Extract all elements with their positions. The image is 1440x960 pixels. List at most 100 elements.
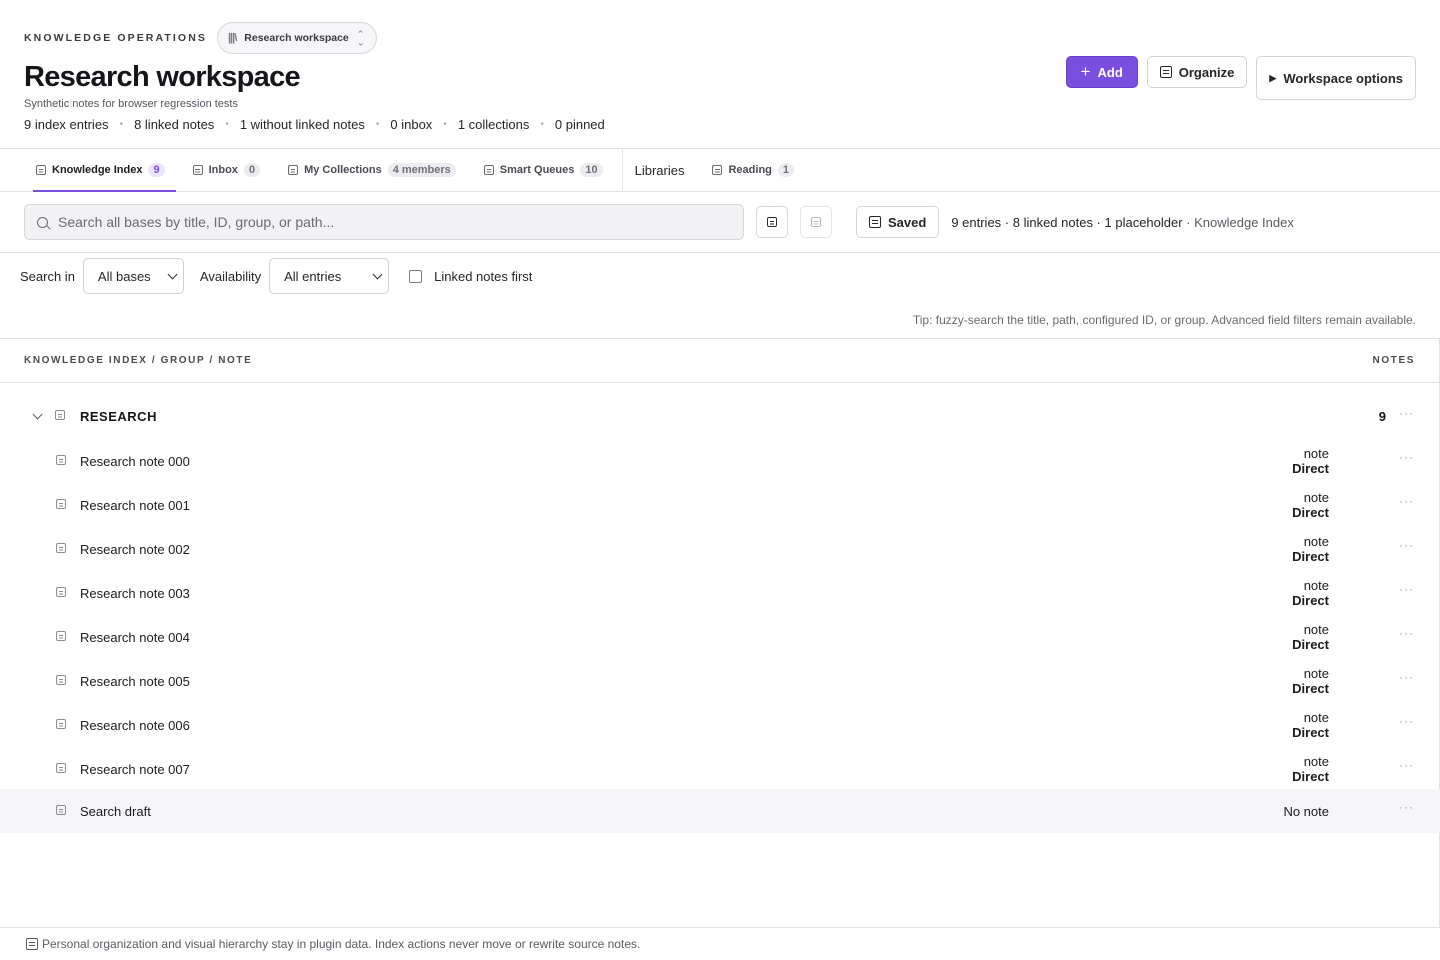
- view-tabs: Knowledge Index 9 Inbox 0 My Collections…: [0, 148, 1440, 192]
- note-link-type: Direct: [1292, 637, 1329, 652]
- note-link-meta: note Direct: [1292, 622, 1329, 652]
- note-title: Research note 000: [80, 454, 190, 469]
- saved-searches-button[interactable]: Saved: [856, 206, 940, 238]
- note-title: Research note 006: [80, 718, 190, 733]
- note-kind: note: [1303, 490, 1329, 505]
- group-row-research[interactable]: RESEARCH 9 ···: [0, 395, 1440, 439]
- group-count: 9: [1378, 409, 1386, 424]
- workspace-options-button[interactable]: ▶ Workspace options: [1256, 56, 1416, 100]
- tab-knowledge-index[interactable]: Knowledge Index 9: [33, 149, 176, 192]
- search-tip: Tip: fuzzy-search the title, path, confi…: [912, 313, 1416, 327]
- note-title: Search draft: [80, 804, 151, 819]
- table-row[interactable]: Research note 005 note Direct ···: [0, 659, 1440, 703]
- add-button-label: Add: [1097, 64, 1123, 80]
- table-row[interactable]: Research note 007 note Direct ···: [0, 747, 1440, 791]
- more-icon[interactable]: ···: [1399, 758, 1414, 772]
- table-row[interactable]: Research note 002 note Direct ···: [0, 527, 1440, 571]
- document-icon: [811, 217, 821, 227]
- document-icon: [56, 675, 66, 685]
- stat-linked-notes: 8 linked notes: [134, 117, 215, 132]
- table-row[interactable]: Research note 000 note Direct ···: [0, 439, 1440, 483]
- chevron-down-icon[interactable]: [32, 409, 43, 420]
- note-link-type: Direct: [1292, 681, 1329, 696]
- tab-divider: [621, 149, 623, 191]
- tab-label: Knowledge Index: [52, 164, 143, 176]
- document-icon: [56, 543, 66, 553]
- more-icon[interactable]: ···: [1399, 714, 1414, 728]
- more-icon[interactable]: ···: [1399, 800, 1414, 814]
- table-row-placeholder[interactable]: Search draft No note ···: [0, 789, 1440, 833]
- search-input[interactable]: [58, 214, 698, 230]
- linked-notes-first-label[interactable]: Linked notes first: [434, 269, 532, 284]
- more-icon[interactable]: ···: [1399, 538, 1414, 552]
- note-title: Research note 005: [80, 674, 190, 689]
- tab-count-badge: 4 members: [387, 163, 456, 177]
- filter-controls: Search in All bases Availability All ent…: [20, 258, 532, 294]
- note-link-meta: No note: [1283, 804, 1329, 819]
- workspace-stats: 9 index entries • 8 linked notes • 1 wit…: [24, 117, 1416, 132]
- search-in-value: All bases: [97, 268, 151, 284]
- workspace-switcher[interactable]: |||\ Research workspace ⌃ ⌃: [216, 22, 378, 54]
- eyebrow-label: KNOWLEDGE OPERATIONS: [24, 32, 207, 44]
- note-title: Research note 003: [80, 586, 190, 601]
- table-row[interactable]: Research note 003 note Direct ···: [0, 571, 1440, 615]
- group-name: RESEARCH: [80, 409, 157, 424]
- stat-index-entries: 9 index entries: [24, 117, 109, 132]
- note-link-meta: note Direct: [1292, 754, 1329, 784]
- clear-search-button[interactable]: [800, 206, 832, 238]
- tab-inbox[interactable]: Inbox 0: [190, 149, 271, 191]
- note-link-meta: note Direct: [1292, 710, 1329, 740]
- organize-button-label: Organize: [1178, 64, 1235, 80]
- document-icon: [36, 165, 46, 175]
- linked-notes-first-checkbox[interactable]: [409, 269, 423, 283]
- library-icon: |||\: [227, 32, 237, 44]
- table-row[interactable]: Research note 006 note Direct ···: [0, 703, 1440, 747]
- stat-separator: •: [375, 119, 380, 130]
- more-icon[interactable]: ···: [1399, 582, 1414, 596]
- tab-libraries[interactable]: Libraries: [635, 149, 696, 191]
- note-kind: note: [1303, 578, 1329, 593]
- more-icon[interactable]: ···: [1399, 670, 1414, 684]
- document-icon: [56, 455, 66, 465]
- note-link-meta: note Direct: [1292, 490, 1329, 520]
- note-link-type: Direct: [1292, 593, 1329, 608]
- plus-icon: +: [1080, 62, 1091, 81]
- note-link-meta: note Direct: [1292, 446, 1329, 476]
- more-icon[interactable]: ···: [1399, 494, 1414, 508]
- footer-text: Personal organization and visual hierarc…: [42, 937, 641, 951]
- stat-inbox: 0 inbox: [390, 117, 433, 132]
- document-icon: [869, 216, 881, 228]
- add-button[interactable]: + Add: [1065, 56, 1138, 88]
- stat-collections: 1 collections: [457, 117, 530, 132]
- availability-select[interactable]: All entries: [269, 258, 390, 294]
- tab-label: My Collections: [304, 164, 382, 176]
- document-icon: [767, 217, 777, 227]
- tab-label: Inbox: [208, 164, 238, 176]
- table-body: RESEARCH 9 ··· Research note 000 note Dir…: [0, 383, 1440, 927]
- organize-button[interactable]: Organize: [1146, 56, 1248, 88]
- stat-without-linked: 1 without linked notes: [239, 117, 365, 132]
- document-icon: [712, 165, 723, 175]
- tab-count-badge: 1: [777, 163, 795, 177]
- table-row[interactable]: Research note 004 note Direct ···: [0, 615, 1440, 659]
- tab-reading[interactable]: Reading 1: [709, 149, 805, 191]
- note-link-type: Direct: [1292, 505, 1329, 520]
- more-icon[interactable]: ···: [1399, 626, 1414, 640]
- save-search-button[interactable]: [756, 206, 788, 238]
- tab-my-collections[interactable]: My Collections 4 members: [285, 149, 467, 191]
- note-link-type: Direct: [1292, 461, 1329, 476]
- results-summary: 9 entries · 8 linked notes · 1 placehold…: [951, 215, 1294, 230]
- more-icon[interactable]: ···: [1399, 406, 1414, 420]
- search-in-select[interactable]: All bases: [82, 258, 184, 294]
- stat-separator: •: [119, 119, 124, 130]
- results-summary-counts: 9 entries · 8 linked notes · 1 placehold…: [951, 214, 1183, 230]
- tab-smart-queues[interactable]: Smart Queues 10: [481, 149, 614, 191]
- document-icon: [483, 165, 494, 175]
- chevron-down-icon: [167, 269, 178, 279]
- more-icon[interactable]: ···: [1399, 450, 1414, 464]
- tab-label: Smart Queues: [499, 164, 575, 176]
- table-row[interactable]: Research note 001 note Direct ···: [0, 483, 1440, 527]
- stat-separator: •: [225, 119, 229, 130]
- document-icon: [55, 410, 65, 420]
- note-title: Research note 007: [80, 762, 190, 777]
